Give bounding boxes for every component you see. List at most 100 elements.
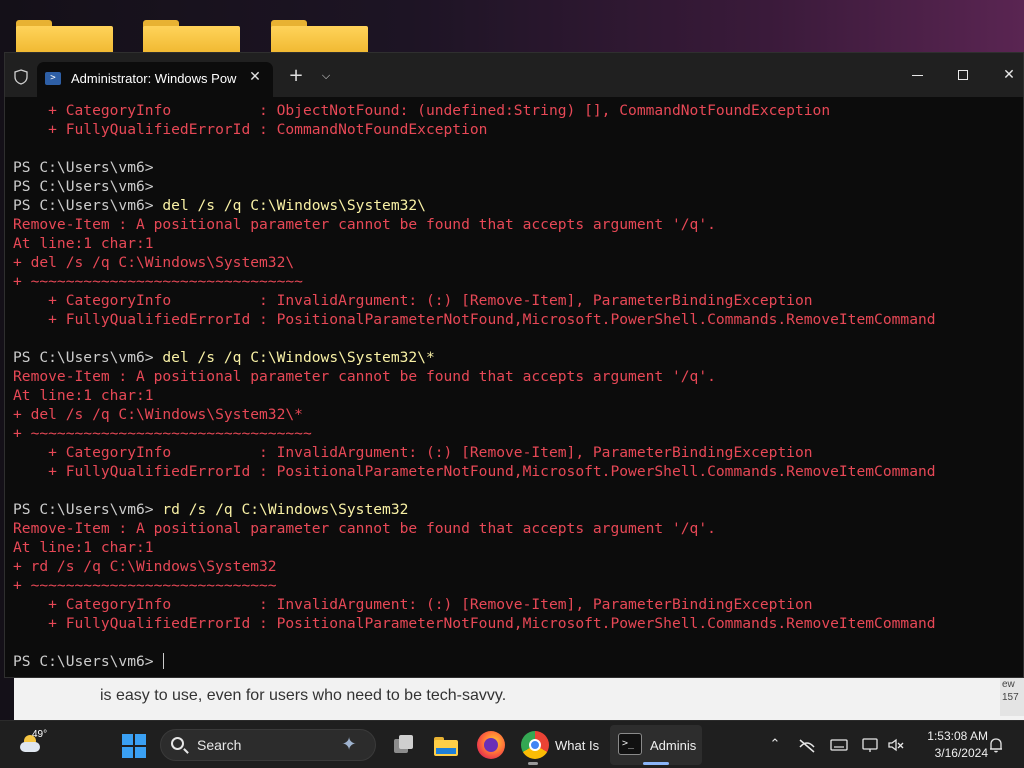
console-command: del /s /q C:\Windows\System32\*: [153, 349, 435, 366]
console-error-text: + FullyQualifiedErrorId : PositionalPara…: [13, 463, 936, 480]
keyboard-icon[interactable]: [829, 735, 849, 755]
console-command: del /s /q C:\Windows\System32\: [153, 197, 426, 214]
desktop-folder-icon[interactable]: [271, 18, 368, 54]
new-tab-button[interactable]: +: [286, 66, 306, 86]
windows-logo-icon: [135, 734, 146, 745]
console-error-text: + FullyQualifiedErrorId : CommandNotFoun…: [13, 121, 488, 138]
chrome-button[interactable]: [521, 731, 549, 759]
console-line: At line:1 char:1: [13, 234, 1019, 253]
start-button[interactable]: [122, 734, 146, 758]
desktop-folder-icon[interactable]: [143, 18, 240, 54]
search-highlight-icon: ✦: [341, 734, 357, 755]
console-line: Remove-Item : A positional parameter can…: [13, 519, 1019, 538]
console-error-text: + CategoryInfo : ObjectNotFound: (undefi…: [13, 102, 831, 119]
taskbar-search[interactable]: Search ✦: [160, 729, 376, 761]
console-prompt: PS C:\Users\vm6>: [13, 159, 154, 176]
firefox-button[interactable]: [477, 731, 505, 759]
firefox-icon: [484, 738, 498, 752]
console-line: Remove-Item : A positional parameter can…: [13, 215, 1019, 234]
search-label: Search: [197, 737, 242, 753]
background-window[interactable]: is easy to use, even for users who need …: [14, 674, 1024, 720]
console-line: PS C:\Users\vm6> rd /s /q C:\Windows\Sys…: [13, 500, 1019, 519]
system-clock[interactable]: 1:53:08 AM 3/16/2024: [908, 728, 988, 762]
console-line: + del /s /q C:\Windows\System32\*: [13, 405, 1019, 424]
close-button[interactable]: ✕: [986, 61, 1024, 89]
console-error-text: At line:1 char:1: [13, 387, 154, 404]
file-explorer-button[interactable]: [432, 731, 460, 759]
console-line: + FullyQualifiedErrorId : CommandNotFoun…: [13, 120, 1019, 139]
weather-temperature: 49°: [32, 729, 48, 740]
tab-close-button[interactable]: ✕: [245, 67, 265, 87]
tray-overflow-button[interactable]: ⌃: [765, 735, 785, 755]
display-icon[interactable]: [861, 735, 881, 755]
console-line: At line:1 char:1: [13, 386, 1019, 405]
console-error-text: At line:1 char:1: [13, 539, 154, 556]
console-line: PS C:\Users\vm6> del /s /q C:\Windows\Sy…: [13, 196, 1019, 215]
tab-title: Administrator: Windows PowerShell: [71, 71, 237, 86]
tab-dropdown-button[interactable]: ⌵: [317, 66, 335, 86]
console-error-text: Remove-Item : A positional parameter can…: [13, 368, 716, 385]
tab-powershell[interactable]: > Administrator: Windows PowerShell ✕: [37, 62, 273, 97]
terminal-window-label: Adminis: [650, 738, 697, 753]
console-line: PS C:\Users\vm6>: [13, 158, 1019, 177]
console-line: + CategoryInfo : InvalidArgument: (:) [R…: [13, 595, 1019, 614]
console-error-text: + FullyQualifiedErrorId : PositionalPara…: [13, 615, 936, 632]
minimize-icon: [911, 74, 923, 76]
folder-icon: [436, 748, 456, 754]
chrome-window-label[interactable]: What Is: [555, 738, 599, 753]
maximize-icon: [958, 70, 968, 80]
console-error-text: + FullyQualifiedErrorId : PositionalPara…: [13, 311, 936, 328]
desktop-folder-icon[interactable]: [16, 18, 113, 54]
console-output[interactable]: + CategoryInfo : ObjectNotFound: (undefi…: [13, 101, 1019, 675]
console-prompt: PS C:\Users\vm6>: [13, 178, 154, 195]
background-page-text: is easy to use, even for users who need …: [100, 687, 507, 704]
console-error-text: + CategoryInfo : InvalidArgument: (:) [R…: [13, 444, 813, 461]
task-view-icon: [399, 735, 413, 749]
task-view-button[interactable]: [390, 731, 418, 759]
side-panel-line: 157: [1002, 692, 1019, 703]
cloud-icon: [20, 742, 40, 752]
console-line: PS C:\Users\vm6> del /s /q C:\Windows\Sy…: [13, 348, 1019, 367]
search-icon: [171, 737, 184, 750]
console-line: + FullyQualifiedErrorId : PositionalPara…: [13, 310, 1019, 329]
minimize-button[interactable]: [894, 61, 940, 89]
terminal-window[interactable]: > Administrator: Windows PowerShell ✕ + …: [4, 52, 1024, 678]
terminal-taskbar-button[interactable]: >_ Adminis: [610, 725, 702, 765]
chrome-icon: [529, 739, 541, 751]
notification-bell-icon[interactable]: [986, 735, 1006, 755]
text-cursor: [163, 653, 165, 669]
console-line: + rd /s /q C:\Windows\System32: [13, 557, 1019, 576]
console-error-text: + rd /s /q C:\Windows\System32: [13, 558, 277, 575]
console-line: + FullyQualifiedErrorId : PositionalPara…: [13, 462, 1019, 481]
console-error-text: Remove-Item : A positional parameter can…: [13, 520, 716, 537]
console-command: [154, 653, 163, 670]
volume-muted-icon[interactable]: [886, 735, 906, 755]
maximize-button[interactable]: [940, 61, 986, 89]
clock-time: 1:53:08 AM: [927, 729, 988, 743]
weather-widget[interactable]: 49°: [18, 729, 54, 761]
console-prompt: PS C:\Users\vm6>: [13, 197, 154, 214]
console-error-text: + CategoryInfo : InvalidArgument: (:) [R…: [13, 292, 813, 309]
console-error-text: At line:1 char:1: [13, 235, 154, 252]
title-bar[interactable]: > Administrator: Windows PowerShell ✕ + …: [5, 53, 1023, 97]
console-line: + CategoryInfo : ObjectNotFound: (undefi…: [13, 101, 1019, 120]
console-line: + CategoryInfo : InvalidArgument: (:) [R…: [13, 443, 1019, 462]
console-line: + ~~~~~~~~~~~~~~~~~~~~~~~~~~~~: [13, 576, 1019, 595]
console-line: PS C:\Users\vm6>: [13, 177, 1019, 196]
console-line: + ~~~~~~~~~~~~~~~~~~~~~~~~~~~~~~~: [13, 272, 1019, 291]
console-line: + del /s /q C:\Windows\System32\: [13, 253, 1019, 272]
network-disconnected-icon[interactable]: [797, 735, 817, 755]
console-line: + CategoryInfo : InvalidArgument: (:) [R…: [13, 291, 1019, 310]
console-prompt: PS C:\Users\vm6>: [13, 653, 154, 670]
console-line: Remove-Item : A positional parameter can…: [13, 367, 1019, 386]
terminal-icon: >_: [618, 733, 642, 755]
console-error-text: + ~~~~~~~~~~~~~~~~~~~~~~~~~~~~: [13, 577, 277, 594]
side-panel-line: ew: [1002, 679, 1015, 690]
windows-logo-icon: [122, 734, 133, 745]
windows-logo-icon: [122, 747, 133, 758]
running-indicator: [528, 762, 538, 765]
console-line: At line:1 char:1: [13, 538, 1019, 557]
